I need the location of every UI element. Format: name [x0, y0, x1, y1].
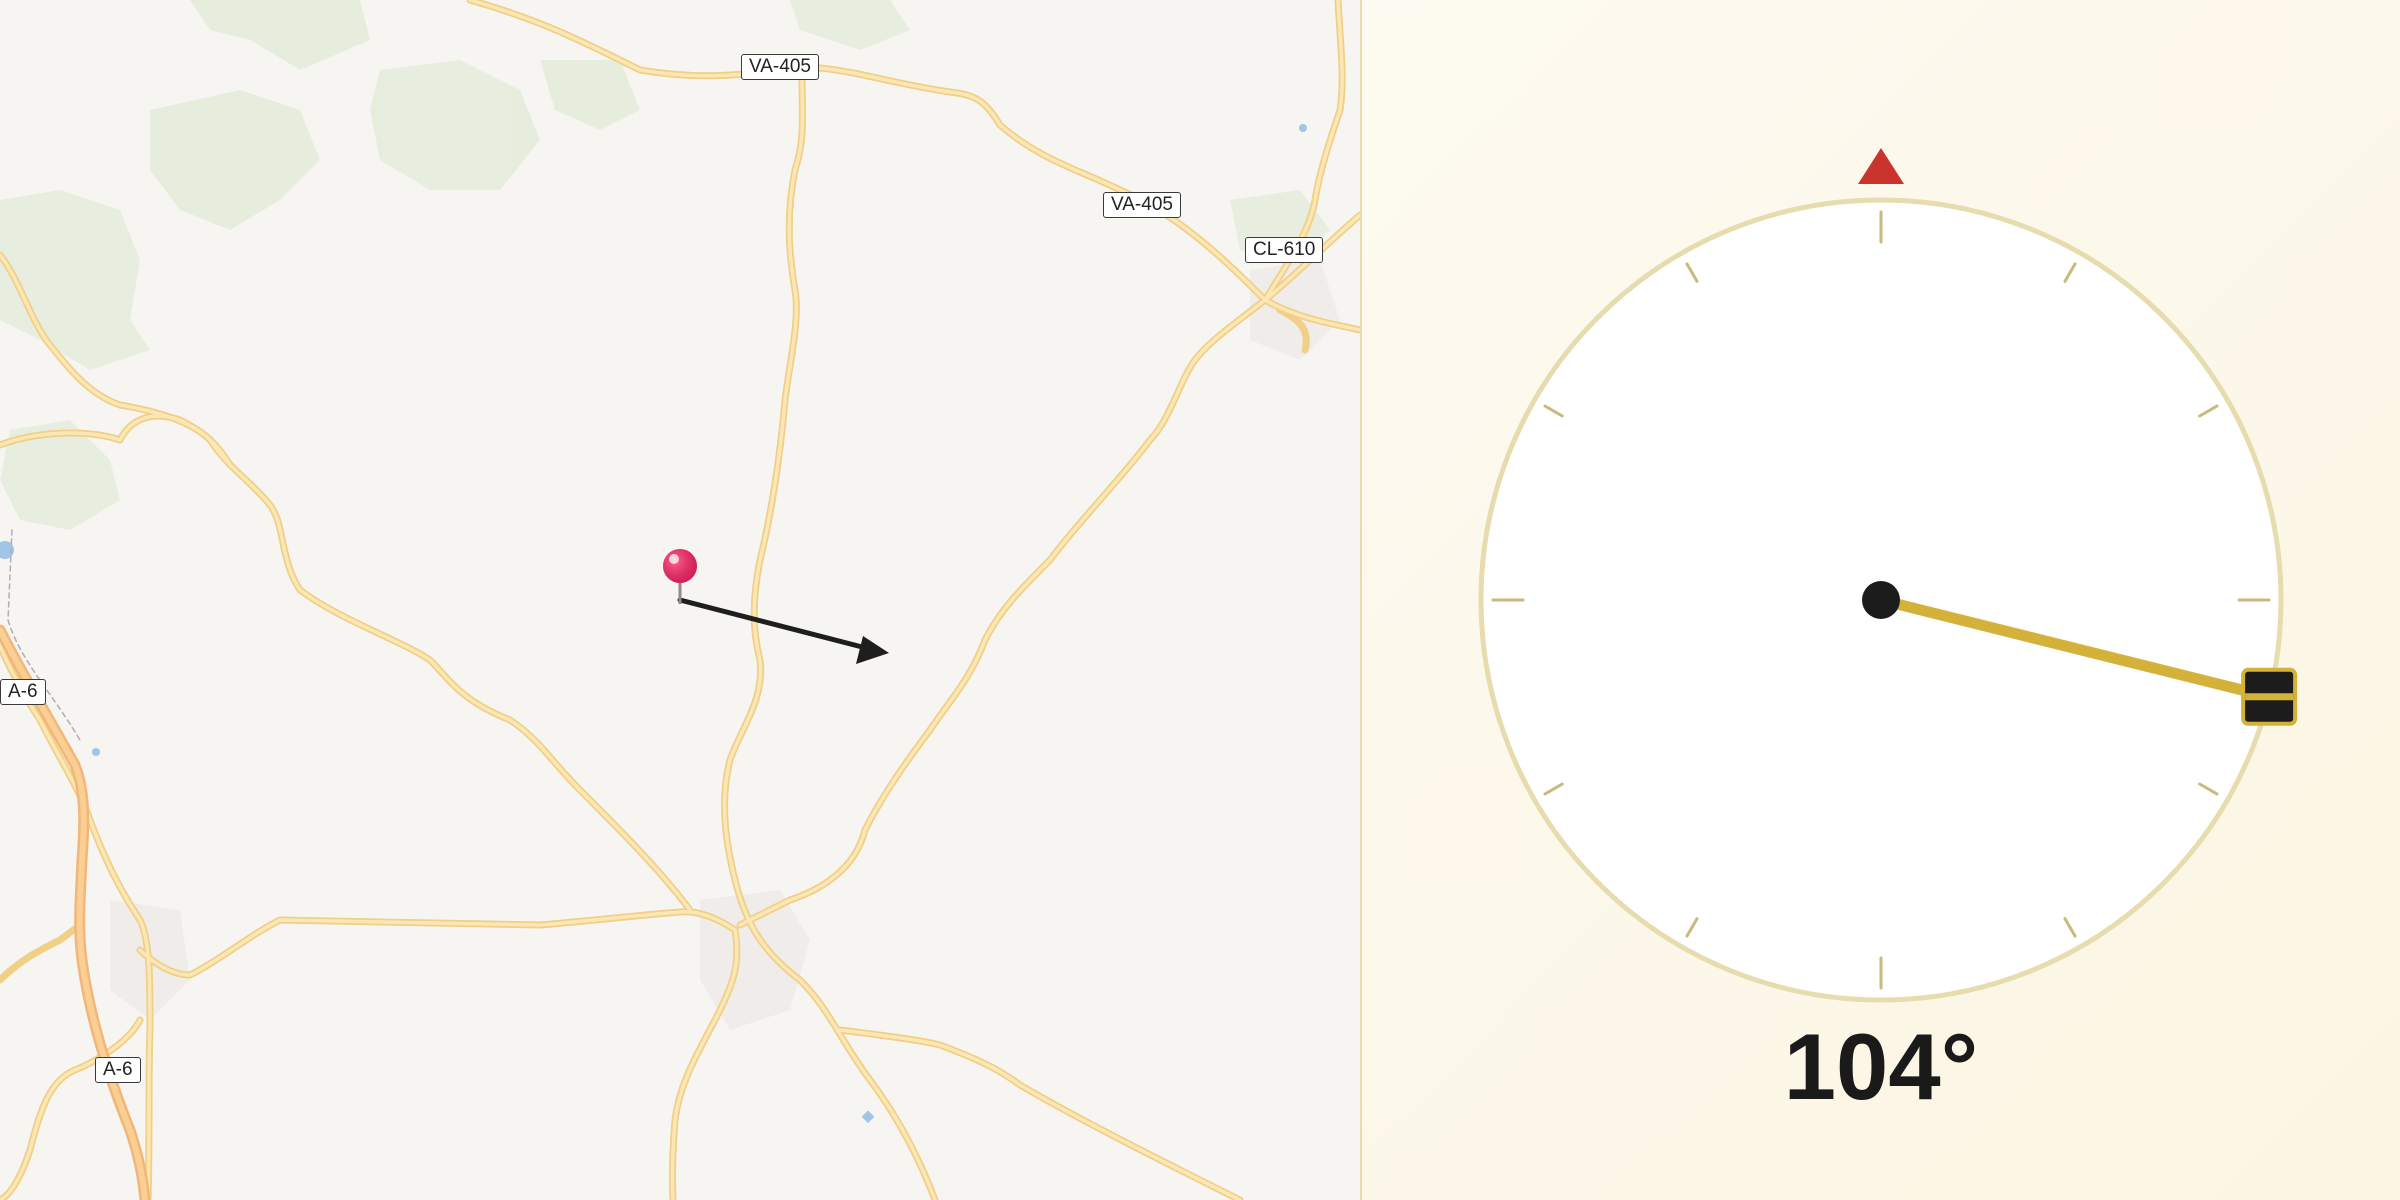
road-label-a-6: A-6 — [0, 679, 46, 705]
vegetation-areas — [0, 0, 1330, 530]
settlement-areas — [110, 260, 1340, 1030]
app-root: VA-405 VA-405 CL-610 A-6 A-6 104° — [0, 0, 2400, 1200]
north-triangle-icon — [1858, 148, 1904, 184]
map-panel[interactable]: VA-405 VA-405 CL-610 A-6 A-6 — [0, 0, 1360, 1200]
road-label-cl-610: CL-610 — [1245, 237, 1324, 263]
needle-handle-icon[interactable] — [2241, 667, 2298, 726]
compass-hub — [1862, 581, 1900, 619]
road-label-va-405: VA-405 — [741, 54, 819, 80]
heading-readout: 104° — [1783, 1014, 1979, 1119]
road-label-a-6: A-6 — [95, 1057, 141, 1083]
road-label-va-405: VA-405 — [1103, 192, 1181, 218]
compass-panel: 104° — [1362, 0, 2400, 1200]
